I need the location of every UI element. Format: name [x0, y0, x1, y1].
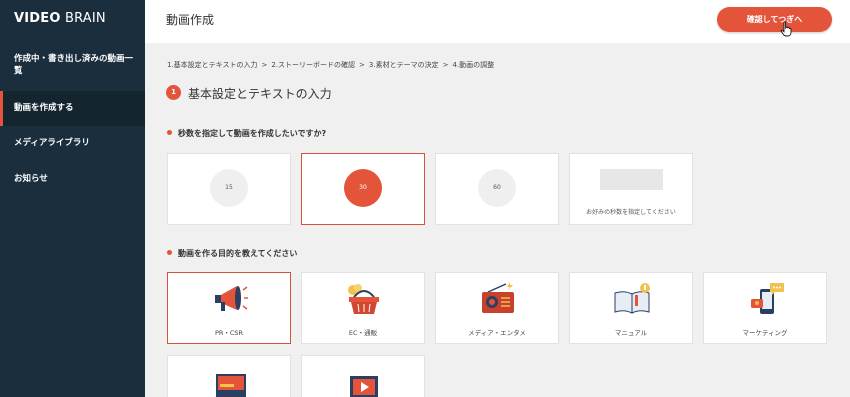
shopping-basket-icon: [348, 284, 379, 314]
step-title: 基本設定とテキストの入力: [188, 87, 332, 101]
book-icon: [614, 283, 650, 314]
breadcrumb-step-2: 2.ストーリーボードの確認: [271, 61, 356, 69]
breadcrumb-separator: >: [261, 61, 268, 69]
purpose-option-ec[interactable]: EC・通販: [301, 272, 425, 344]
purpose-label: メディア・エンタメ: [468, 329, 526, 337]
purpose-label: PR・CSR: [214, 329, 244, 337]
hand-cursor-icon: [780, 21, 792, 37]
custom-seconds-input[interactable]: [600, 169, 663, 190]
breadcrumb-separator: >: [359, 61, 365, 69]
step-number-badge: 1: [166, 85, 181, 100]
purpose-option-pr-csr[interactable]: PR・CSR: [167, 272, 291, 344]
purpose-option-media[interactable]: メディア・エンタメ: [435, 272, 559, 344]
sidebar-item-news[interactable]: お知らせ: [0, 173, 145, 185]
next-button[interactable]: 確認してつぎへ: [717, 7, 832, 32]
bullet-dot-icon: [167, 130, 172, 135]
seconds-option-60[interactable]: 60: [435, 153, 559, 225]
billboard-icon: [216, 374, 246, 397]
purpose-question: 動画を作る目的を教えてください: [167, 248, 297, 259]
purpose-label: EC・通販: [348, 329, 378, 337]
video-player-icon: [350, 376, 378, 397]
sidebar-item-media-library[interactable]: メディアライブラリ: [0, 137, 145, 149]
seconds-circle: 60: [478, 169, 516, 207]
seconds-option-15[interactable]: 15: [167, 153, 291, 225]
purpose-option-video[interactable]: [301, 355, 425, 397]
sidebar: VIDEO BRAIN 作成中・書き出し済みの動画一覧 動画を作成する メディア…: [0, 0, 145, 397]
breadcrumb-step-4: 4.動画の調整: [452, 61, 495, 69]
seconds-circle: 15: [210, 169, 248, 207]
megaphone-icon: [215, 286, 248, 311]
purpose-option-manual[interactable]: マニュアル: [569, 272, 693, 344]
sidebar-item-create-video[interactable]: 動画を作成する: [0, 91, 145, 126]
header-bar: 動画作成 確認してつぎへ: [145, 0, 850, 43]
seconds-question: 秒数を指定して動画を作成したいですか?: [167, 128, 326, 139]
smartphone-chat-icon: [751, 283, 784, 314]
custom-seconds-label: お好みの秒数を指定してください: [586, 209, 676, 216]
radio-icon: [482, 282, 514, 313]
purpose-label: マーケティング: [742, 329, 788, 337]
seconds-option-30[interactable]: 30: [301, 153, 425, 225]
bullet-dot-icon: [167, 250, 172, 255]
breadcrumb: 1.基本設定とテキストの入力 >2.ストーリーボードの確認 >3.素材とテーマの決定…: [167, 60, 494, 70]
purpose-option-marketing[interactable]: マーケティング: [703, 272, 827, 344]
app-logo[interactable]: VIDEO BRAIN: [14, 11, 106, 26]
purpose-label: マニュアル: [614, 329, 648, 337]
breadcrumb-step-3: 3.素材とテーマの決定: [368, 61, 439, 69]
breadcrumb-step-1: 1.基本設定とテキストの入力: [167, 61, 258, 69]
breadcrumb-separator: >: [442, 61, 449, 69]
seconds-option-custom[interactable]: お好みの秒数を指定してください: [569, 153, 693, 225]
purpose-option-signage[interactable]: [167, 355, 291, 397]
sidebar-item-video-list[interactable]: 作成中・書き出し済みの動画一覧: [0, 53, 140, 77]
seconds-circle: 30: [344, 169, 382, 207]
page-title: 動画作成: [166, 13, 215, 27]
